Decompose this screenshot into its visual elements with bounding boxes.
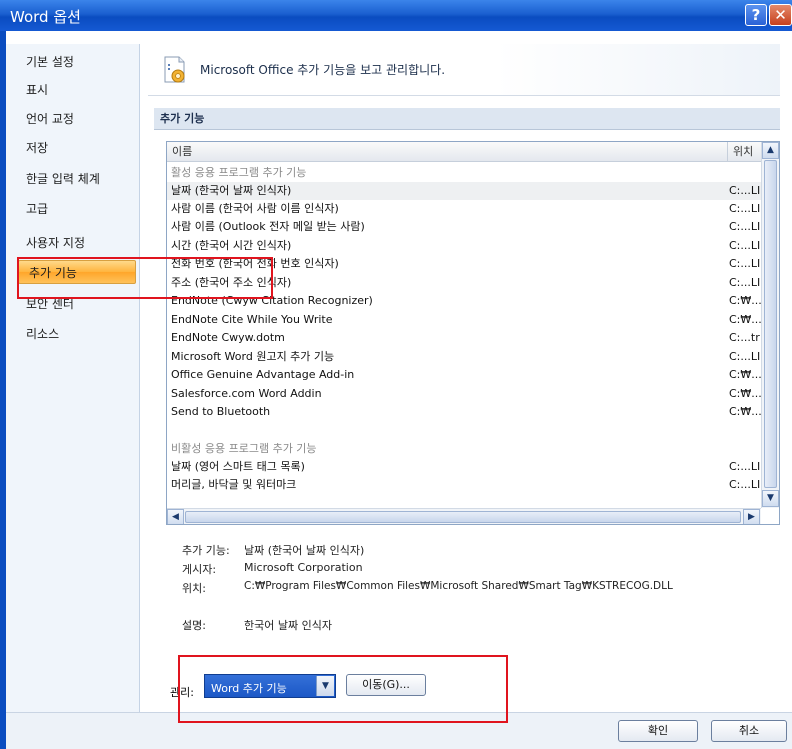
help-button[interactable]: ?: [745, 4, 767, 26]
detail-publisher-value: Microsoft Corporation: [244, 561, 363, 574]
chevron-left-icon: ◀: [172, 512, 179, 522]
horizontal-scroll-thumb[interactable]: [185, 511, 741, 523]
horizontal-scrollbar[interactable]: ◀ ▶: [167, 508, 761, 524]
list-item[interactable]: 날짜 (한국어 날짜 인식자) C:...LI: [167, 182, 761, 200]
window-title: Word 옵션: [10, 8, 81, 26]
list-item[interactable]: 사람 이름 (Outlook 전자 메일 받는 사람) C:...LI: [167, 218, 761, 236]
scroll-left-button[interactable]: ◀: [167, 509, 184, 524]
manage-label: 관리:: [170, 686, 194, 699]
detail-addin-label: 추가 기능:: [182, 544, 230, 557]
sidebar-item-display[interactable]: 표시: [16, 78, 136, 102]
list-item[interactable]: 날짜 (영어 스마트 태그 목록) C:...LI: [167, 458, 761, 476]
vertical-scroll-thumb[interactable]: [764, 160, 777, 488]
detail-location-label: 위치:: [182, 582, 206, 595]
header-text: Microsoft Office 추가 기능을 보고 관리합니다.: [200, 63, 446, 77]
addins-gear-icon: [164, 56, 185, 83]
list-item[interactable]: 머리글, 바닥글 및 워터마크 C:...LI: [167, 476, 761, 494]
sidebar-item-customize[interactable]: 사용자 지정: [16, 231, 136, 255]
sidebar-item-resources[interactable]: 리소스: [16, 322, 136, 346]
help-icon: ?: [751, 6, 761, 24]
scroll-right-button[interactable]: ▶: [743, 509, 760, 524]
cancel-button[interactable]: 취소: [711, 720, 787, 742]
list-item[interactable]: Office Genuine Advantage Add-in C:₩...: [167, 366, 761, 384]
list-item[interactable]: EndNote Cwyw.dotm C:...tr: [167, 329, 761, 347]
sidebar-item-proofing[interactable]: 언어 교정: [16, 107, 136, 131]
sidebar-item-korean-input[interactable]: 한글 입력 체계: [16, 167, 136, 191]
manage-select-value: Word 추가 기능: [211, 682, 287, 695]
chevron-down-icon[interactable]: ▼: [316, 676, 334, 696]
detail-description-label: 설명:: [182, 619, 206, 632]
scroll-down-button[interactable]: ▼: [762, 490, 779, 507]
column-header-name[interactable]: 이름: [167, 142, 728, 162]
header-band: Microsoft Office 추가 기능을 보고 관리합니다.: [148, 44, 780, 96]
list-group-active: 활성 응용 프로그램 추가 기능: [171, 166, 307, 179]
list-group-inactive: 비활성 응용 프로그램 추가 기능: [171, 442, 317, 455]
list-item[interactable]: 사람 이름 (한국어 사람 이름 인식자) C:...LI: [167, 200, 761, 218]
content-panel: Microsoft Office 추가 기능을 보고 관리합니다. 추가 기능 …: [148, 44, 780, 712]
addins-list[interactable]: 이름 위치 활성 응용 프로그램 추가 기능 날짜 (한국어 날짜 인식자) C:…: [166, 141, 780, 525]
sidebar-item-general[interactable]: 기본 설정: [16, 50, 136, 74]
detail-publisher-label: 게시자:: [182, 563, 217, 576]
sidebar: 기본 설정 표시 언어 교정 저장 한글 입력 체계 고급 사용자 지정 추가 …: [6, 44, 140, 712]
list-item[interactable]: EndNote Cite While You Write C:₩...: [167, 311, 761, 329]
list-item[interactable]: Send to Bluetooth C:₩...: [167, 403, 761, 421]
sidebar-item-addins[interactable]: 추가 기능: [18, 260, 136, 284]
vertical-scrollbar[interactable]: ▲ ▼: [761, 142, 779, 508]
detail-addin-value: 날짜 (한국어 날짜 인식자): [244, 544, 365, 557]
column-header-location[interactable]: 위치: [728, 142, 761, 162]
button-bar: 확인 취소: [6, 712, 792, 749]
sidebar-item-advanced[interactable]: 고급: [16, 197, 136, 221]
ok-button[interactable]: 확인: [618, 720, 698, 742]
list-item[interactable]: Salesforce.com Word Addin C:₩...: [167, 385, 761, 403]
list-item[interactable]: Microsoft Word 원고지 추가 기능 C:...LI: [167, 348, 761, 366]
close-button[interactable]: ✕: [769, 4, 792, 26]
manage-select[interactable]: Word 추가 기능 ▼: [204, 674, 336, 698]
list-rows: 활성 응용 프로그램 추가 기능 날짜 (한국어 날짜 인식자) C:...LI …: [167, 163, 761, 508]
list-item[interactable]: EndNote (Cwyw Citation Recognizer) C:₩...: [167, 292, 761, 310]
chevron-up-icon: ▲: [767, 145, 774, 155]
section-title: 추가 기능: [154, 108, 780, 130]
detail-description-value: 한국어 날짜 인식자: [244, 619, 332, 632]
chevron-right-icon: ▶: [748, 512, 755, 522]
sidebar-item-save[interactable]: 저장: [16, 136, 136, 160]
go-button[interactable]: 이동(G)...: [346, 674, 426, 696]
sidebar-item-trust-center[interactable]: 보안 센터: [16, 292, 136, 316]
close-icon: ✕: [774, 6, 787, 24]
title-bar: Word 옵션 ? ✕: [0, 0, 792, 31]
chevron-down-icon: ▼: [767, 493, 774, 503]
detail-location-value: C:₩Program Files₩Common Files₩Microsoft …: [244, 580, 673, 592]
list-item[interactable]: 시간 (한국어 시간 인식자) C:...LI: [167, 237, 761, 255]
list-item[interactable]: 주소 (한국어 주소 인식자) C:...LI: [167, 274, 761, 292]
scroll-up-button[interactable]: ▲: [762, 142, 779, 159]
list-item[interactable]: 전화 번호 (한국어 전화 번호 인식자) C:...LI: [167, 255, 761, 273]
